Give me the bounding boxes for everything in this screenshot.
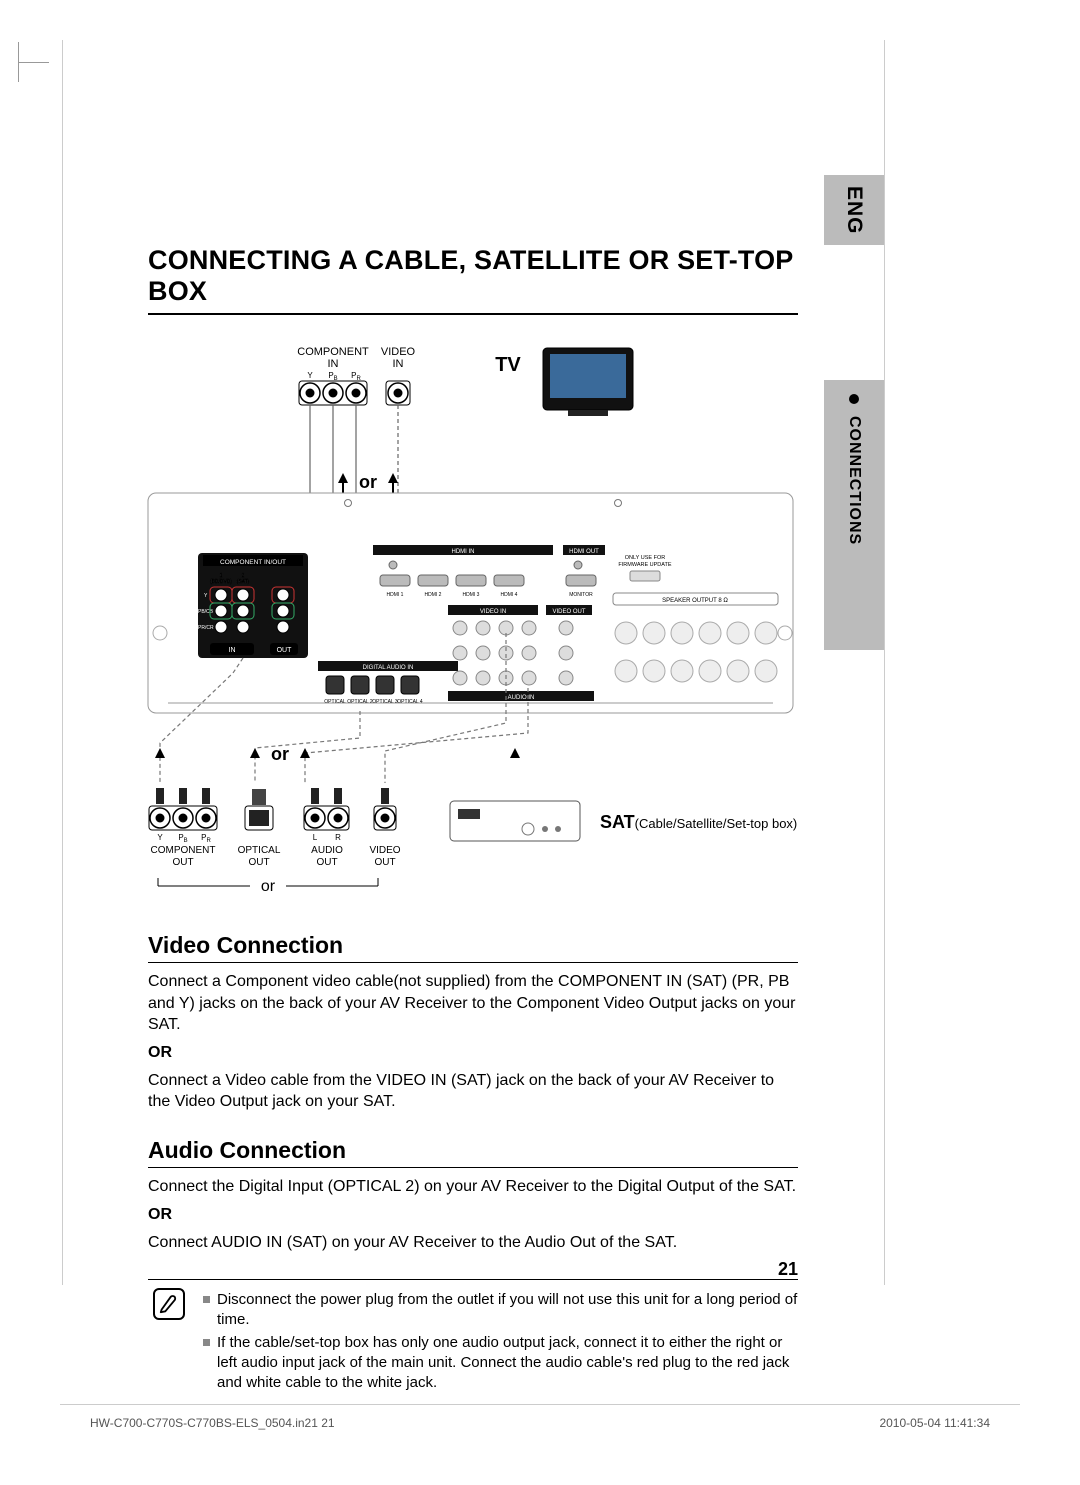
section-tab: CONNECTIONS	[824, 380, 884, 650]
svg-text:IN: IN	[229, 647, 236, 654]
section-tab-label: CONNECTIONS	[845, 416, 863, 545]
page-number: 21	[778, 1259, 798, 1280]
svg-text:OPTICAL: OPTICAL	[324, 699, 346, 705]
svg-text:or: or	[359, 472, 377, 492]
svg-text:SPEAKER OUTPUT 8 Ω: SPEAKER OUTPUT 8 Ω	[662, 598, 728, 604]
svg-text:OUT: OUT	[374, 857, 395, 868]
video-paragraph-1: Connect a Component video cable(not supp…	[148, 971, 798, 1036]
svg-text:Y: Y	[157, 833, 163, 842]
svg-text:IN: IN	[328, 358, 339, 370]
svg-text:PB/CB: PB/CB	[198, 609, 214, 615]
svg-text:OPTICAL 3: OPTICAL 3	[372, 699, 398, 705]
svg-text:VIDEO OUT: VIDEO OUT	[552, 609, 585, 615]
svg-text:PB: PB	[328, 371, 337, 382]
svg-text:VIDEO IN: VIDEO IN	[480, 609, 506, 615]
svg-text:VIDEO: VIDEO	[369, 845, 400, 856]
svg-text:(SAT): (SAT)	[237, 579, 250, 585]
svg-text:VIDEO: VIDEO	[381, 346, 416, 358]
svg-text:TV: TV	[495, 354, 521, 376]
svg-text:OUT: OUT	[277, 647, 293, 654]
crop-mark	[18, 42, 58, 82]
svg-text:PB: PB	[178, 833, 187, 844]
svg-text:or: or	[261, 878, 276, 895]
svg-text:SAT(Cable/Satellite/Set-top bo: SAT(Cable/Satellite/Set-top box)	[600, 812, 797, 832]
note-item: If the cable/set-top box has only one au…	[203, 1333, 798, 1394]
footer-rule	[60, 1404, 1020, 1405]
page-title: CONNECTING A CABLE, SATELLITE OR SET-TOP…	[148, 245, 798, 315]
svg-text:OPTICAL 2: OPTICAL 2	[347, 699, 373, 705]
video-connection-heading: Video Connection	[148, 932, 798, 963]
svg-text:OUT: OUT	[316, 857, 337, 868]
audio-connection-heading: Audio Connection	[148, 1137, 798, 1168]
section-tab-bullet	[849, 394, 859, 404]
audio-paragraph-1: Connect the Digital Input (OPTICAL 2) on…	[148, 1176, 798, 1198]
note-icon	[153, 1288, 185, 1320]
svg-text:IN: IN	[393, 358, 404, 370]
svg-text:AUDIO IN: AUDIO IN	[508, 695, 535, 701]
content-area: CONNECTING A CABLE, SATELLITE OR SET-TOP…	[148, 245, 798, 1395]
or-label-2: OR	[148, 1206, 798, 1224]
svg-text:ONLY USE FOR: ONLY USE FOR	[625, 555, 665, 561]
svg-text:HDMI 1: HDMI 1	[387, 592, 404, 598]
svg-text:or: or	[271, 744, 289, 764]
note-item: Disconnect the power plug from the outle…	[203, 1290, 798, 1331]
language-tab: ENG	[824, 175, 884, 245]
or-label-1: OR	[148, 1044, 798, 1062]
left-margin-rule	[62, 40, 63, 1285]
svg-text:HDMI 2: HDMI 2	[425, 592, 442, 598]
svg-text:COMPONENT: COMPONENT	[151, 845, 216, 856]
svg-text:FIRMWARE UPDATE: FIRMWARE UPDATE	[618, 562, 671, 568]
connection-diagram: COMPONENT IN Y PB PR VIDEO IN	[148, 335, 798, 908]
svg-text:DIGITAL AUDIO IN: DIGITAL AUDIO IN	[363, 665, 414, 671]
footer-left: HW-C700-C770S-C770BS-ELS_0504.in21 21	[90, 1416, 335, 1430]
diagram-svg: COMPONENT IN Y PB PR VIDEO IN	[138, 343, 803, 903]
manual-page: ENG CONNECTIONS CONNECTING A CABLE, SATE…	[0, 0, 1080, 1485]
svg-text:OPTICAL: OPTICAL	[238, 845, 281, 856]
svg-text:HDMI OUT: HDMI OUT	[569, 549, 599, 555]
svg-text:COMPONENT IN/OUT: COMPONENT IN/OUT	[220, 559, 286, 566]
svg-text:OUT: OUT	[172, 857, 193, 868]
svg-text:R: R	[335, 833, 341, 842]
svg-text:MONITOR: MONITOR	[569, 592, 593, 598]
audio-paragraph-2: Connect AUDIO IN (SAT) on your AV Receiv…	[148, 1232, 798, 1254]
svg-text:PR/CR: PR/CR	[198, 625, 214, 631]
footer: HW-C700-C770S-C770BS-ELS_0504.in21 21 20…	[90, 1416, 990, 1430]
svg-text:PR: PR	[201, 833, 211, 844]
svg-text:Y: Y	[307, 371, 313, 380]
svg-text:OUT: OUT	[248, 857, 269, 868]
video-paragraph-2: Connect a Video cable from the VIDEO IN …	[148, 1070, 798, 1113]
svg-text:HDMI IN: HDMI IN	[452, 549, 475, 555]
svg-text:COMPONENT: COMPONENT	[297, 346, 369, 358]
svg-text:AUDIO: AUDIO	[311, 845, 343, 856]
footer-right: 2010-05-04 11:41:34	[879, 1416, 990, 1430]
notes-block: Disconnect the power plug from the outle…	[148, 1279, 798, 1393]
svg-text:L: L	[313, 833, 318, 842]
right-margin-rule	[884, 40, 885, 1285]
svg-text:PR: PR	[351, 371, 361, 382]
svg-text:(BD/DVD): (BD/DVD)	[210, 579, 233, 585]
svg-text:OPTICAL 4: OPTICAL 4	[397, 699, 423, 705]
svg-text:HDMI 3: HDMI 3	[463, 592, 480, 598]
svg-text:HDMI 4: HDMI 4	[501, 592, 518, 598]
language-tab-label: ENG	[842, 186, 866, 235]
